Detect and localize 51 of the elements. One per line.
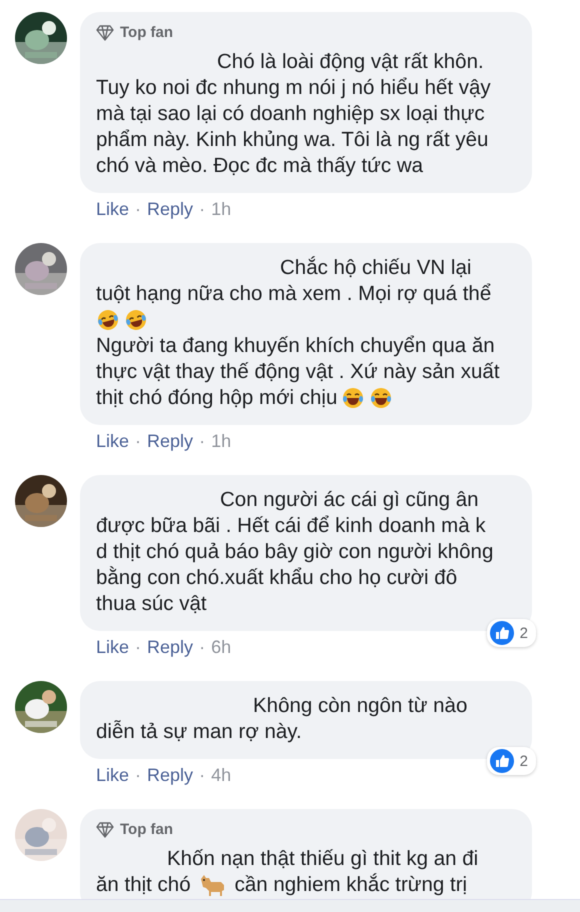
comment-time: 6h	[211, 637, 232, 658]
comment-time: 1h	[211, 199, 232, 220]
comment-text: mà tại sao lại có doanh nghiệp sx loại thực	[96, 102, 485, 126]
reply-link[interactable]: Reply	[147, 765, 194, 786]
comment-text: Con người ác cái gì cũng ân	[220, 488, 479, 512]
reply-link[interactable]: Reply	[147, 431, 194, 452]
top-fan-label: Top fan	[120, 821, 174, 838]
comment-text: được bữa bãi . Hết cái để kinh doanh mà k	[96, 514, 486, 538]
laughing-emoji-icon	[369, 386, 394, 410]
separator-dot: ·	[199, 431, 206, 452]
diamond-icon	[96, 822, 114, 838]
comment-text: thịt chó đóng hộp mới chịu	[96, 386, 338, 410]
comment-text: Không còn ngôn từ nào	[253, 694, 468, 718]
separator-dot: ·	[199, 637, 206, 658]
comment-text: phẩm này. Kinh khủng wa. Tôi là ng rất yêu	[96, 128, 488, 152]
comment-text: ăn thịt chó	[96, 873, 191, 897]
separator-dot: ·	[135, 637, 142, 658]
comment-text: cần nghiem khắc trừng trị	[234, 873, 468, 897]
like-link[interactable]: Like	[96, 431, 130, 452]
comment-text: Người ta đang khuyến khích chuyển qua ăn	[96, 334, 495, 358]
reaction-count[interactable]: 2	[486, 747, 536, 775]
comment-text: diễn tả sự man rợ này.	[96, 720, 302, 744]
thumbs-up-icon	[490, 749, 514, 773]
separator-dot: ·	[135, 199, 142, 220]
comment-text: d thịt chó quả báo bây giờ con người không	[96, 540, 494, 564]
comment-time: 4h	[211, 765, 232, 786]
comment-text: thực vật thay thế động vật . Xứ này sản xuất	[96, 360, 500, 384]
comment-text: thua súc vật	[96, 592, 207, 616]
diamond-icon	[96, 24, 114, 40]
reaction-count[interactable]: 2	[486, 619, 536, 647]
dog-icon	[198, 873, 227, 897]
separator-dot: ·	[135, 431, 142, 452]
comment-text: Tuy ko noi đc nhung m nói j nó hiểu hết vậy	[96, 76, 491, 100]
comment-text: chó và mèo. Đọc đc mà thấy tức wa	[96, 154, 424, 178]
separator-dot: ·	[199, 765, 206, 786]
comment-text: tuột hạng nữa cho mà xem . Mọi rợ quá thể	[96, 282, 492, 306]
like-link[interactable]: Like	[96, 199, 130, 220]
comment-time: 1h	[211, 431, 232, 452]
reply-link[interactable]: Reply	[147, 199, 194, 220]
thumbs-up-icon	[490, 621, 514, 645]
separator-dot: ·	[199, 199, 206, 220]
reply-link[interactable]: Reply	[147, 637, 194, 658]
comment-text: Chó là loài động vật rất khôn.	[217, 50, 484, 74]
top-fan-label: Top fan	[120, 24, 174, 41]
comment-text: Chắc hộ chiếu VN lại	[280, 256, 472, 280]
laughing-emoji-icon	[341, 386, 366, 410]
separator-dot: ·	[135, 765, 142, 786]
comment-text: Khốn nạn thật thiếu gì thit kg an đi	[167, 847, 478, 871]
like-link[interactable]: Like	[96, 637, 130, 658]
like-link[interactable]: Like	[96, 765, 130, 786]
comment-text: bằng con chó.xuất khẩu cho họ cười đô	[96, 566, 458, 590]
